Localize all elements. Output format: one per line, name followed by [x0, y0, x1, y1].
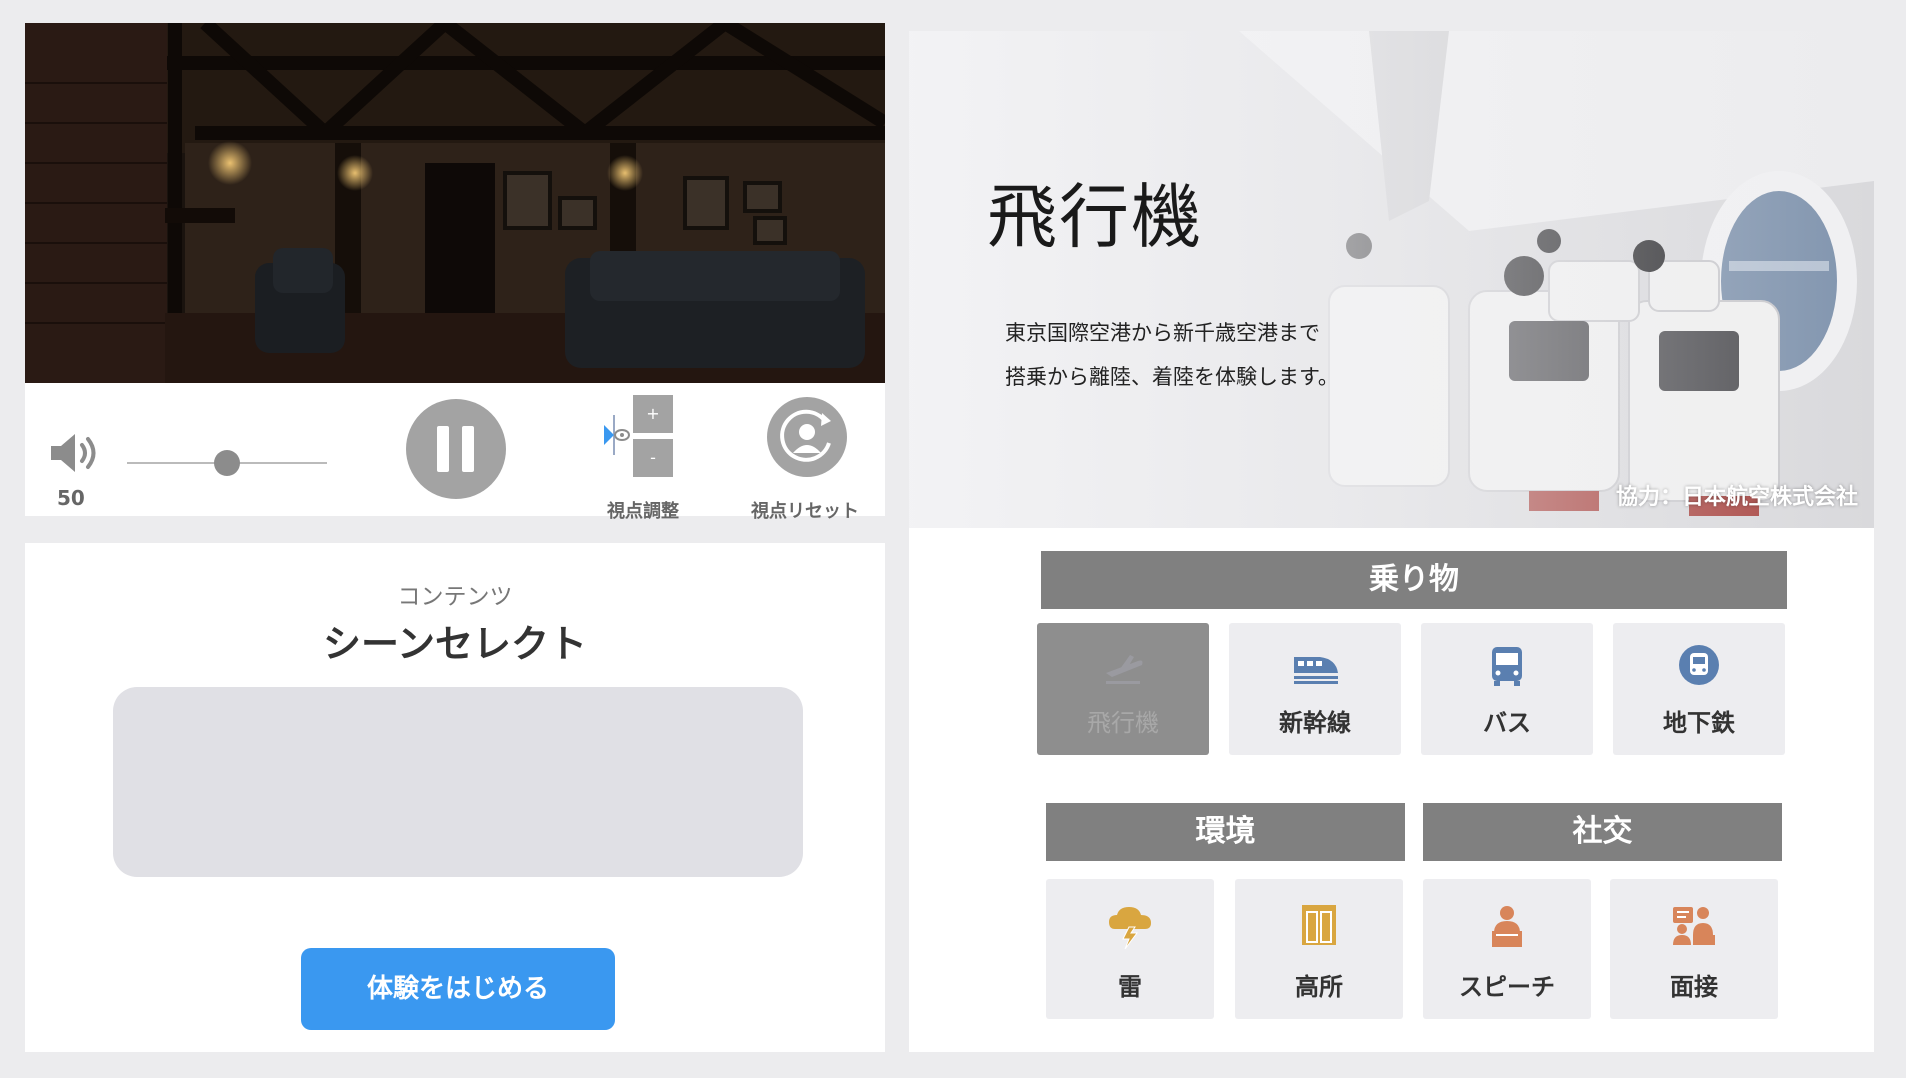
- room-scene-image: [25, 23, 885, 383]
- content-panel: 飛行機 東京国際空港から新千歳空港まで 搭乗から離陸、着陸を体験します。 協力：…: [909, 31, 1874, 1052]
- category-header-environment: 環境: [1046, 803, 1405, 861]
- bullet-train-icon: [1294, 657, 1338, 684]
- tile-bus-label: バス: [1483, 709, 1531, 737]
- bus-icon: [1492, 647, 1522, 686]
- tile-bus[interactable]: バス: [1421, 623, 1593, 755]
- speaker-icon[interactable]: [47, 431, 101, 475]
- subway-icon: [1679, 645, 1719, 685]
- hero-description-line-1: 東京国際空港から新千歳空港まで: [1005, 321, 1320, 345]
- pause-icon-bar-left: [437, 426, 449, 472]
- hero-banner: 飛行機 東京国際空港から新千歳空港まで 搭乗から離陸、着陸を体験します。 協力：…: [909, 31, 1874, 528]
- viewpoint-adjust: + - 視点調整: [585, 395, 695, 522]
- volume-value: 50: [57, 486, 85, 510]
- tile-bullet-train[interactable]: 新幹線: [1229, 623, 1401, 755]
- hero-title: 飛行機: [987, 176, 1203, 258]
- scene-preview-box: [113, 687, 803, 877]
- tile-subway-label: 地下鉄: [1663, 709, 1735, 737]
- viewpoint-adjust-label: 視点調整: [607, 501, 679, 522]
- tile-airplane-label: 飛行機: [1087, 709, 1159, 737]
- tile-subway[interactable]: 地下鉄: [1613, 623, 1785, 755]
- tile-interview-label: 面接: [1670, 973, 1718, 1001]
- volume-slider[interactable]: [127, 450, 327, 476]
- reset-person-icon[interactable]: [767, 397, 847, 477]
- viewpoint-indicator-icon: [604, 415, 630, 455]
- airplane-cabin-image: [909, 31, 1874, 528]
- category-header-social: 社交: [1423, 803, 1782, 861]
- scene-title: シーンセレクト: [322, 622, 588, 666]
- hero-description-line-2: 搭乗から離陸、着陸を体験します。: [1005, 365, 1339, 389]
- interview-icon: [1673, 907, 1715, 945]
- player-controls: 50 + - 視点調整 視点リセット: [25, 383, 885, 522]
- category-header-vehicles: 乗り物: [1041, 551, 1787, 609]
- tile-speech-label: スピーチ: [1459, 973, 1555, 1001]
- tile-bullet-train-label: 新幹線: [1279, 709, 1351, 737]
- viewpoint-up-button[interactable]: +: [633, 395, 673, 433]
- scene-subtitle: コンテンツ: [397, 584, 513, 610]
- viewpoint-reset-button[interactable]: 視点リセット: [725, 397, 885, 522]
- tile-heights-label: 高所: [1295, 973, 1343, 1001]
- airplane-icon: [1106, 655, 1143, 684]
- volume-slider-thumb[interactable]: [214, 450, 240, 476]
- tile-speech[interactable]: スピーチ: [1423, 879, 1591, 1019]
- hero-credit: 協力：日本航空株式会社: [1615, 485, 1858, 510]
- video-viewport[interactable]: [25, 23, 885, 383]
- viewpoint-down-button[interactable]: -: [633, 439, 673, 477]
- pause-icon-bar-right: [462, 426, 474, 472]
- tile-thunder[interactable]: 雷: [1046, 879, 1214, 1019]
- video-player: 50 + - 視点調整 視点リセット: [25, 23, 885, 522]
- scene-select-panel: コンテンツ シーンセレクト 体験をはじめる: [25, 543, 885, 1052]
- tile-airplane[interactable]: 飛行機: [1037, 623, 1209, 755]
- thunder-cloud-icon: [1109, 907, 1151, 949]
- start-experience-button[interactable]: 体験をはじめる: [301, 948, 615, 1030]
- elevator-icon: [1302, 905, 1336, 945]
- viewpoint-reset-label: 視点リセット: [751, 501, 859, 522]
- tile-heights[interactable]: 高所: [1235, 879, 1403, 1019]
- hero-description: 東京国際空港から新千歳空港まで 搭乗から離陸、着陸を体験します。: [1005, 311, 1339, 399]
- tile-interview[interactable]: 面接: [1610, 879, 1778, 1019]
- speech-podium-icon: [1492, 906, 1522, 947]
- pause-button[interactable]: [406, 399, 506, 499]
- tile-thunder-label: 雷: [1118, 973, 1142, 1001]
